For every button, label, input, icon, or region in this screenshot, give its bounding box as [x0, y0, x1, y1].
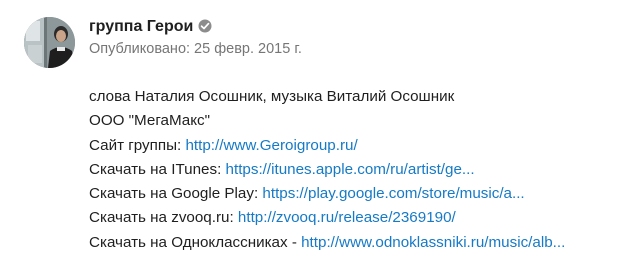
description-link-row: Сайт группы: http://www.Geroigroup.ru/ [89, 134, 634, 158]
avatar-photo-icon [24, 17, 75, 68]
credits-line: слова Наталия Осошник, музыка Виталий Ос… [89, 88, 455, 105]
odnoklassniki-link[interactable]: http://www.odnoklassniki.ru/music/alb... [301, 234, 565, 251]
video-description: слова Наталия Осошник, музыка Виталий Ос… [89, 85, 634, 255]
link-label: Скачать на Одноклассниках - [89, 233, 302, 251]
channel-avatar[interactable] [24, 17, 75, 68]
channel-title[interactable]: группа Герои [89, 17, 212, 39]
description-link-row: Скачать на ITunes: https://itunes.apple.… [89, 158, 634, 182]
link-label: Скачать на zvooq.ru: [89, 209, 238, 227]
verified-check-icon [198, 19, 212, 39]
description-link-row: Скачать на Одноклассниках - http://www.o… [89, 231, 634, 255]
link-label: Скачать на ITunes: [89, 160, 226, 178]
description-link-row: Скачать на zvooq.ru: http://zvooq.ru/rel… [89, 206, 634, 230]
itunes-link[interactable]: https://itunes.apple.com/ru/artist/ge... [226, 161, 475, 178]
channel-name-text[interactable]: группа Герои [89, 18, 193, 35]
description-link-row: Скачать на Google Play: https://play.goo… [89, 182, 634, 206]
group-site-link[interactable]: http://www.Geroigroup.ru/ [185, 137, 357, 154]
link-label: Скачать на Google Play: [89, 185, 263, 203]
company-line: ООО "МегаМакс" [89, 112, 211, 130]
publish-date: Опубликовано: 25 февр. 2015 г. [89, 41, 302, 57]
google-play-link[interactable]: https://play.google.com/store/music/a... [262, 185, 524, 202]
zvooq-link[interactable]: http://zvooq.ru/release/2369190/ [238, 209, 456, 226]
link-label: Сайт группы: [89, 136, 186, 154]
